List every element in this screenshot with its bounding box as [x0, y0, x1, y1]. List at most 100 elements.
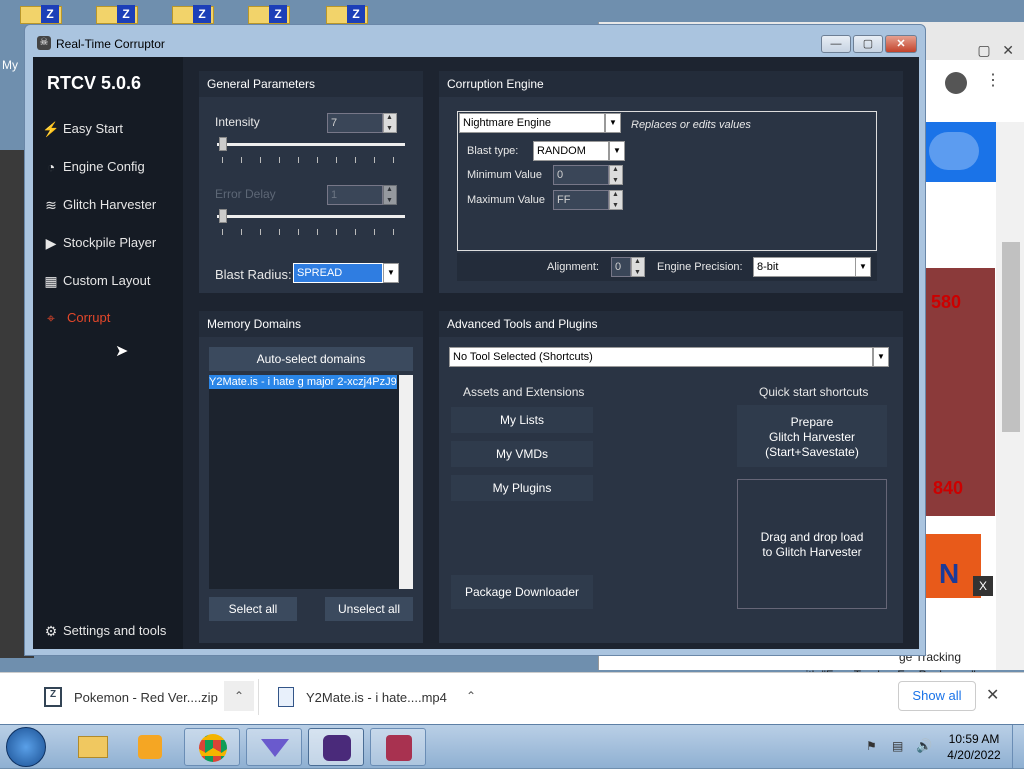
sidebar-item-label: Corrupt — [67, 310, 111, 325]
download-filename[interactable]: Pokemon - Red Ver....zip — [74, 690, 218, 705]
ad-text: 840 — [933, 478, 964, 498]
ad-text: 580 — [931, 292, 962, 312]
network-icon[interactable]: ▤ — [892, 739, 903, 753]
unselect-all-button[interactable]: Unselect all — [325, 597, 413, 621]
sidebar-item-easy-start[interactable]: ⚡ Easy Start — [41, 114, 181, 144]
app-taskbar-icon[interactable] — [370, 728, 426, 766]
close-ad-icon[interactable]: X — [973, 576, 993, 596]
desktop-icon[interactable]: Z — [326, 5, 368, 24]
sidebar-item-stockpile-player[interactable]: ▶ Stockpile Player — [41, 228, 181, 258]
error-delay-spinner[interactable] — [383, 185, 397, 205]
domain-list: Y2Mate.is - i hate g major 2-xczj4PzJ9 — [209, 375, 413, 589]
intensity-input[interactable]: 7 — [327, 113, 383, 133]
my-lists-button[interactable]: My Lists — [451, 407, 593, 433]
minimum-value-spinner[interactable] — [609, 165, 623, 185]
desktop-icon[interactable]: Z — [248, 5, 290, 24]
slider-ticks — [222, 157, 408, 163]
start-button[interactable] — [6, 727, 46, 767]
package-downloader-button[interactable]: Package Downloader — [451, 575, 593, 609]
desktop-icon[interactable]: Z — [172, 5, 214, 24]
chevron-down-icon[interactable]: ▼ — [605, 113, 621, 133]
maximize-button[interactable]: ▢ — [853, 35, 883, 53]
prepare-glitch-harvester-button[interactable]: Prepare Glitch Harvester (Start+Savestat… — [737, 405, 887, 467]
browser-search-pill[interactable] — [929, 132, 979, 170]
sidebar-item-custom-layout[interactable]: ▦ Custom Layout — [41, 266, 181, 296]
memory-domains-panel: Memory Domains Auto-select domains Y2Mat… — [199, 311, 423, 643]
drag-drop-zone[interactable]: Drag and drop load to Glitch Harvester — [737, 479, 887, 609]
sidebar-item-corrupt[interactable]: ⌖ Corrupt — [41, 303, 181, 333]
error-delay-slider-track[interactable] — [217, 215, 405, 218]
maximum-value-input[interactable]: FF — [553, 190, 609, 210]
button-label: Prepare — [790, 415, 834, 429]
zip-file-icon: Z — [44, 687, 62, 707]
show-all-button[interactable]: Show all — [898, 681, 976, 711]
tool-select[interactable]: No Tool Selected (Shortcuts) — [449, 347, 873, 367]
flag-icon[interactable]: ⚑ — [866, 739, 877, 753]
drop-zone-label: to Glitch Harvester — [762, 545, 862, 559]
file-explorer-icon[interactable] — [64, 728, 120, 766]
avatar[interactable] — [945, 72, 967, 94]
alignment-input[interactable]: 0 — [611, 257, 631, 277]
download-filename[interactable]: Y2Mate.is - i hate....mp4 — [306, 690, 447, 705]
intensity-slider-thumb[interactable] — [219, 137, 227, 151]
desktop-label: My — [2, 58, 18, 72]
panel-title: Memory Domains — [199, 311, 423, 337]
drop-zone-label: Drag and drop load — [760, 530, 864, 544]
sidebar-item-label: Glitch Harvester — [63, 197, 157, 212]
alignment-spinner[interactable] — [631, 257, 645, 277]
close-button[interactable]: ✕ — [885, 35, 917, 53]
app-logo: RTCV 5.0.6 — [47, 73, 142, 93]
auto-select-domains-button[interactable]: Auto-select domains — [209, 347, 413, 371]
ad-text: N — [939, 558, 960, 589]
engine-precision-select[interactable]: 8-bit — [753, 257, 857, 277]
chevron-up-icon[interactable]: ⌃ — [224, 681, 254, 711]
browser-scrollbar[interactable] — [996, 122, 1024, 670]
volume-icon[interactable]: 🔊 — [916, 738, 932, 754]
intensity-slider-track[interactable] — [217, 143, 405, 146]
show-desktop-button[interactable] — [1012, 725, 1024, 769]
error-delay-slider-thumb[interactable] — [219, 209, 227, 223]
mouse-cursor: ➤ — [115, 343, 129, 360]
clock-time: 10:59 AM — [948, 732, 1000, 746]
error-delay-input[interactable]: 1 — [327, 185, 383, 205]
blast-radius-select[interactable]: SPREAD — [293, 263, 383, 283]
maximum-value-spinner[interactable] — [609, 190, 623, 210]
rtcv-taskbar-icon[interactable] — [308, 728, 364, 766]
app-icon: ☠ — [37, 36, 51, 50]
titlebar[interactable]: ☠ Real-Time Corruptor — ▢ ✕ — [25, 25, 925, 57]
sidebar-item-settings[interactable]: ⚙ Settings and tools — [41, 616, 181, 646]
browser-window-controls[interactable]: ▢ ✕ — [977, 42, 1014, 59]
domain-list-scrollbar[interactable] — [399, 375, 413, 589]
sidebar-item-label: Easy Start — [63, 121, 123, 136]
alignment-label: Alignment: — [547, 261, 599, 273]
chevron-down-icon[interactable]: ▼ — [383, 263, 399, 283]
select-all-button[interactable]: Select all — [209, 597, 297, 621]
chevron-down-icon[interactable]: ▼ — [609, 141, 625, 161]
media-player-icon[interactable] — [122, 728, 178, 766]
sidebar-item-glitch-harvester[interactable]: ≋ Glitch Harvester — [41, 190, 181, 220]
my-plugins-button[interactable]: My Plugins — [451, 475, 593, 501]
chrome-icon[interactable] — [184, 728, 240, 766]
gear-icon: ⚙ — [44, 623, 58, 639]
engine-select[interactable]: Nightmare Engine — [459, 113, 605, 133]
panel-title: Corruption Engine — [439, 71, 903, 97]
my-vmds-button[interactable]: My VMDs — [451, 441, 593, 467]
emulator-icon[interactable] — [246, 728, 302, 766]
rtcv-window[interactable]: ☠ Real-Time Corruptor — ▢ ✕ RTCV 5.0.6 ⚡… — [24, 24, 926, 656]
desktop-icon[interactable]: Z — [20, 5, 62, 24]
desktop-icon[interactable]: Z — [96, 5, 138, 24]
layers-icon: ≋ — [45, 197, 57, 213]
sidebar-item-engine-config[interactable]: ◔ Engine Config — [41, 152, 181, 182]
clock[interactable]: 10:59 AM 4/20/2022 — [946, 731, 1002, 763]
chevron-down-icon[interactable]: ▼ — [855, 257, 871, 277]
sidebar-item-label: Settings and tools — [63, 623, 167, 638]
minimum-value-input[interactable]: 0 — [553, 165, 609, 185]
chevron-up-icon[interactable]: ⌃ — [456, 681, 486, 711]
list-item[interactable]: Y2Mate.is - i hate g major 2-xczj4PzJ9 — [209, 375, 397, 389]
close-icon[interactable]: ✕ — [986, 685, 999, 705]
intensity-spinner[interactable] — [383, 113, 397, 133]
menu-icon[interactable]: ⋮ — [985, 70, 1001, 90]
blast-type-select[interactable]: RANDOM — [533, 141, 609, 161]
minimize-button[interactable]: — — [821, 35, 851, 53]
chevron-down-icon[interactable]: ▼ — [873, 347, 889, 367]
